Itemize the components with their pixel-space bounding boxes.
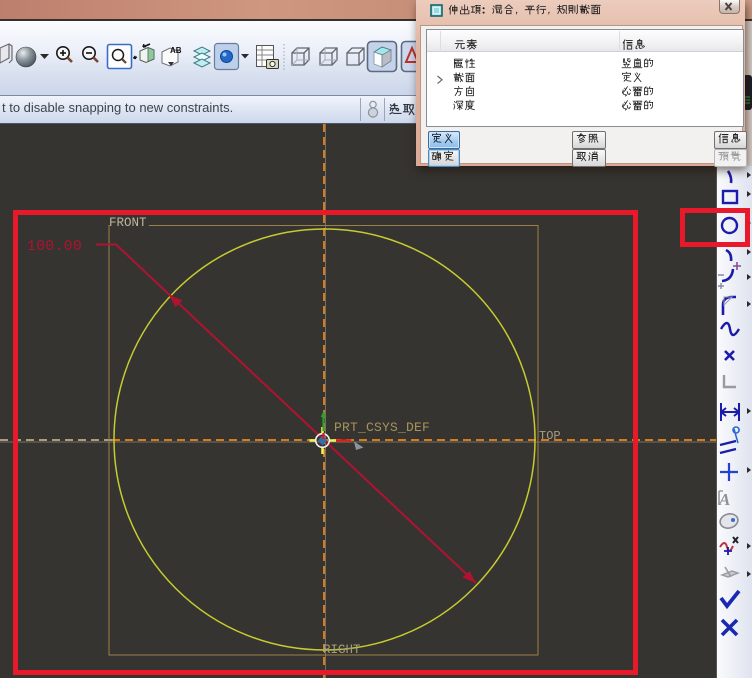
svg-text:AB: AB [170, 46, 182, 55]
svg-text:A: A [718, 490, 730, 509]
